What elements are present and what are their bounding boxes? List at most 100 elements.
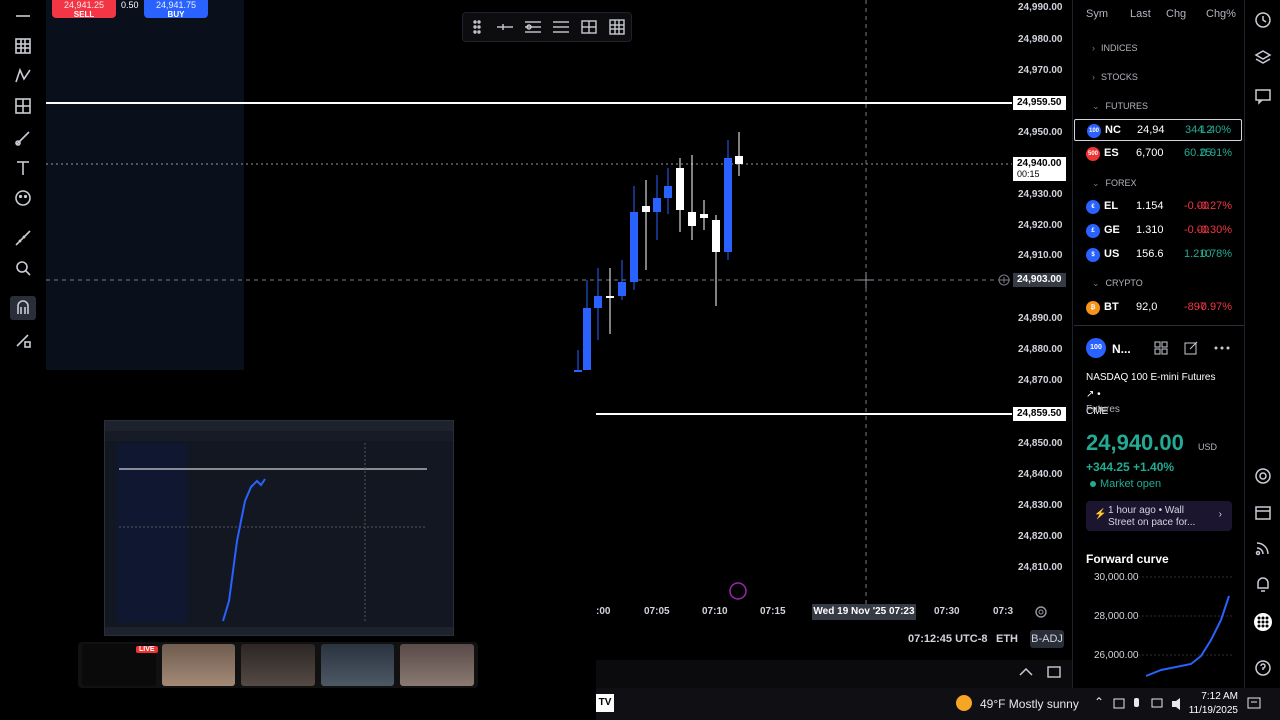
- more-icon[interactable]: [1213, 340, 1231, 356]
- crosshair-price-label: 24,903.00: [1013, 273, 1066, 287]
- candle-body: [618, 282, 626, 296]
- watchlist-row[interactable]: ₿ BT 92,0 -897 -0.97%: [1074, 297, 1242, 319]
- watchlist-row[interactable]: 100 NC 24,94 344.2 1.40%: [1074, 119, 1242, 141]
- price-tick: 24,870.00: [1018, 375, 1063, 386]
- watchlist-row[interactable]: 500 ES 6,700 60.25 0.91%: [1074, 143, 1242, 165]
- row-symbol: NC: [1105, 124, 1121, 136]
- detail-price: 24,940.00: [1086, 430, 1184, 455]
- tradingview-app-icon[interactable]: TV: [596, 694, 614, 712]
- target-icon[interactable]: [1253, 466, 1273, 486]
- notification-icon[interactable]: [1246, 696, 1262, 712]
- taskbar-clock[interactable]: 7:12 AM 11/19/2025: [1186, 690, 1238, 718]
- market-status-dot: [1090, 481, 1096, 487]
- row-symbol: GE: [1104, 224, 1120, 236]
- row-last: 156.6: [1136, 248, 1164, 260]
- candle-body: [700, 214, 708, 218]
- price-tick: 24,830.00: [1018, 500, 1063, 511]
- clock-date: 11/19/2025: [1188, 705, 1238, 716]
- row-last: 1.154: [1136, 200, 1164, 212]
- position-icon[interactable]: [547, 14, 575, 40]
- webcam-thumb: [320, 644, 395, 686]
- layout-icon[interactable]: [575, 14, 603, 40]
- price-tick: 24,930.00: [1018, 189, 1063, 200]
- grid-icon[interactable]: [603, 14, 631, 40]
- chat-icon[interactable]: [1253, 86, 1273, 106]
- alerts-clock-icon[interactable]: [1253, 10, 1273, 30]
- col-sym[interactable]: Sym: [1086, 8, 1108, 20]
- help-icon[interactable]: [1253, 658, 1273, 678]
- detail-change: +344.25 +1.40%: [1086, 460, 1175, 474]
- divider: [1074, 325, 1244, 326]
- row-change-pct: 0.91%: [1200, 147, 1232, 159]
- current-price-value: 24,940.00: [1017, 158, 1062, 169]
- grid-view-icon[interactable]: [1153, 340, 1169, 356]
- candle-body: [664, 186, 672, 198]
- watchlist-row[interactable]: € EL 1.154 -0.00 -0.27%: [1074, 196, 1242, 218]
- tray-icons[interactable]: [1112, 697, 1192, 711]
- weather-text[interactable]: 49°F Mostly sunny: [980, 697, 1079, 711]
- news-card[interactable]: ⚡ 1 hour ago • Wall Street on pace for..…: [1086, 501, 1232, 531]
- row-last: 1.310: [1136, 224, 1164, 236]
- price-tick: 24,980.00: [1018, 34, 1063, 45]
- webcam-thumb: [400, 644, 474, 686]
- app-root: 24,941.25 SELL 0.50 24,941.75 BUY 24,990…: [0, 0, 1280, 720]
- chevron-up-icon[interactable]: [1018, 666, 1034, 678]
- price-tick: 24,820.00: [1018, 531, 1063, 542]
- edit-icon[interactable]: [1183, 340, 1199, 356]
- lightning-icon: ⚡: [1094, 509, 1107, 520]
- mini-chart-preview: [104, 420, 454, 636]
- col-chg-pct[interactable]: Chg%: [1206, 8, 1236, 20]
- layers-icon[interactable]: [1253, 48, 1273, 68]
- row-change-pct: 0.78%: [1200, 248, 1232, 260]
- row-change-pct: -0.30%: [1197, 224, 1232, 236]
- detail-symbol[interactable]: N...: [1112, 342, 1131, 356]
- drag-handle-icon[interactable]: [463, 14, 491, 40]
- clock-time: 7:12 AM: [1201, 691, 1238, 702]
- candle-body: [676, 168, 684, 210]
- tray-chevron-icon[interactable]: ⌃: [1094, 695, 1104, 709]
- adjust-toggle[interactable]: B-ADJ: [1030, 630, 1064, 648]
- candles-group: [574, 132, 743, 372]
- symbol-logo-icon: $: [1086, 248, 1100, 262]
- row-last: 6,700: [1136, 147, 1164, 159]
- line-style-icon[interactable]: [491, 14, 519, 40]
- symbol-logo-icon: 100: [1087, 124, 1101, 138]
- chevron-down-icon: ⌄: [1092, 101, 1100, 111]
- watchlist-row[interactable]: £ GE 1.310 -0.00 -0.30%: [1074, 220, 1242, 242]
- col-last[interactable]: Last: [1130, 8, 1151, 20]
- section-stocks[interactable]: › STOCKS: [1092, 72, 1138, 82]
- calendar-icon[interactable]: [1253, 502, 1273, 522]
- floating-toolbar: [462, 12, 632, 42]
- time-tick: 07:30: [934, 606, 960, 617]
- time-settings-icon[interactable]: [1034, 605, 1048, 619]
- price-tick: 24,880.00: [1018, 344, 1063, 355]
- bell-icon[interactable]: [1253, 574, 1273, 594]
- row-symbol: BT: [1104, 301, 1119, 313]
- apps-grid-icon[interactable]: [1253, 612, 1273, 632]
- section-indices[interactable]: › INDICES: [1092, 43, 1138, 53]
- price-tick: 24,990.00: [1018, 2, 1063, 13]
- broadcast-icon[interactable]: [1253, 538, 1273, 558]
- forward-curve-title[interactable]: Forward curve: [1086, 552, 1169, 566]
- chevron-down-icon: ⌄: [1092, 278, 1100, 288]
- price-tick: 24,950.00: [1018, 127, 1063, 138]
- row-change-pct: -0.27%: [1197, 200, 1232, 212]
- forward-curve-chart: [1138, 576, 1232, 677]
- maximize-icon[interactable]: [1046, 664, 1062, 680]
- watchlist-row[interactable]: $ US 156.6 1.210 0.78%: [1074, 244, 1242, 266]
- session-toggle[interactable]: ETH: [996, 633, 1018, 645]
- chart-clock[interactable]: 07:12:45 UTC-8: [908, 633, 987, 645]
- candle-body: [642, 206, 650, 212]
- time-tick: 07:3: [993, 606, 1014, 617]
- settings-lines-icon[interactable]: [519, 14, 547, 40]
- chevron-down-icon: ⌄: [1092, 178, 1100, 188]
- col-chg[interactable]: Chg: [1166, 8, 1186, 20]
- section-futures[interactable]: ⌄ FUTURES: [1092, 101, 1148, 112]
- panel-footer: [596, 660, 1072, 688]
- section-forex[interactable]: ⌄ FOREX: [1092, 178, 1137, 189]
- section-crypto[interactable]: ⌄ CRYPTO: [1092, 278, 1143, 289]
- symbol-logo-icon: €: [1086, 200, 1100, 214]
- row-symbol: EL: [1104, 200, 1119, 212]
- detail-type: Futures: [1086, 404, 1120, 415]
- price-tick: 24,920.00: [1018, 220, 1063, 231]
